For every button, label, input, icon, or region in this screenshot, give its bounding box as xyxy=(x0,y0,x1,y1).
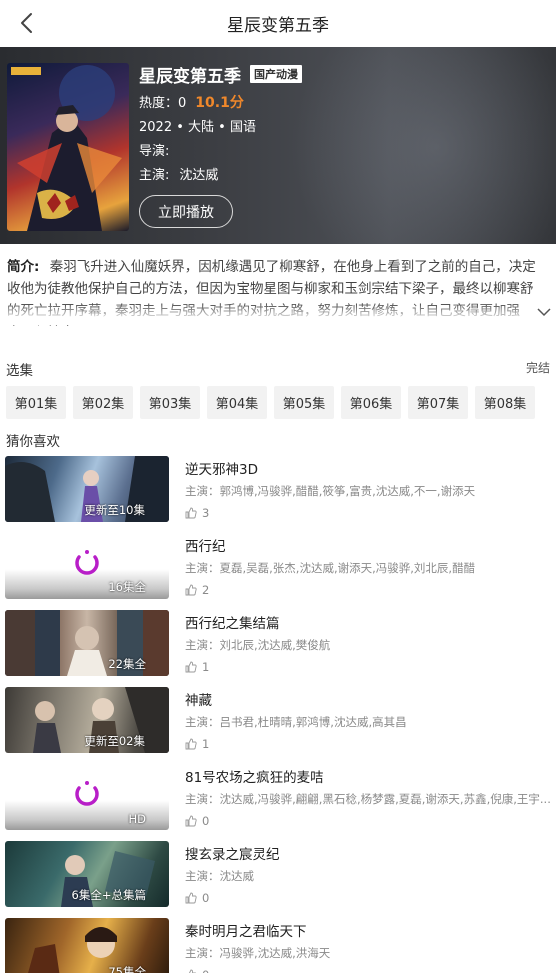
loading-spinner-icon xyxy=(75,781,99,806)
likes-count: 0 xyxy=(202,968,209,973)
recommend-cast: 主演：郭鸿博,冯骏骅,醋醋,筱筝,富贵,沈达威,不一,谢添天 xyxy=(185,484,476,498)
episode-badge: 75集全 xyxy=(108,965,146,973)
likes-count: 1 xyxy=(202,737,210,751)
recommend-item[interactable]: 6集全+总集篇 搜玄录之宸灵纪 主演：沈达威 0 xyxy=(5,841,551,911)
episode-badge: 更新至02集 xyxy=(84,734,145,748)
recommend-item[interactable]: HD 81号农场之疯狂的麦咭 主演：沈达威,冯骏骅,翩翩,黑石稔,杨梦露,夏磊,… xyxy=(5,764,551,834)
top-bar: 星辰变第五季 xyxy=(0,0,556,46)
thumbnail: 更新至10集 xyxy=(5,456,169,522)
play-button[interactable]: 立即播放 xyxy=(139,195,233,228)
score: 10.1分 xyxy=(195,94,244,111)
synopsis-fade xyxy=(0,303,556,323)
hero-info: 星辰变第五季 国产动漫 热度：0 10.1分 2022 • 大陆 • 国语 导演… xyxy=(139,61,539,183)
thumbnail-loading: 16集全 xyxy=(5,533,169,599)
hero-banner: 星辰变第五季 国产动漫 热度：0 10.1分 2022 • 大陆 • 国语 导演… xyxy=(0,47,556,244)
episode-button[interactable]: 第05集 xyxy=(274,386,334,419)
episode-button[interactable]: 第02集 xyxy=(73,386,133,419)
recommend-title: 逆天邪神3D xyxy=(185,462,258,478)
likes: 0 xyxy=(185,814,209,828)
episode-badge: 6集全+总集篇 xyxy=(71,888,146,902)
thumb-up-icon xyxy=(188,969,197,973)
thumb-up-icon xyxy=(185,584,197,596)
recommend-title: 秦时明月之君临天下 xyxy=(185,924,307,940)
recommend-item[interactable]: 更新至02集 神藏 主演：吕书君,杜晴晴,郭鸿博,沈达威,高其昌 1 xyxy=(5,687,551,757)
episode-badge: 更新至10集 xyxy=(84,503,145,517)
recommend-item[interactable]: 22集全 西行纪之集结篇 主演：刘北辰,沈达威,樊俊航 1 xyxy=(5,610,551,680)
likes-count: 0 xyxy=(202,891,210,905)
cast-row: 主演: 沈达威 xyxy=(139,164,539,183)
heat-label: 热度：0 xyxy=(139,96,187,111)
show-title: 星辰变第五季 xyxy=(139,66,241,87)
episodes-status[interactable]: 完结 xyxy=(526,359,550,376)
likes: 1 xyxy=(185,660,209,674)
likes: 0 xyxy=(185,968,209,973)
likes-count: 2 xyxy=(202,583,210,597)
episode-badge: HD xyxy=(128,812,146,826)
recommend-section-label: 猜你喜欢 xyxy=(6,434,60,450)
chevron-down-icon[interactable] xyxy=(536,304,552,320)
recommend-title: 81号农场之疯狂的麦咭 xyxy=(185,770,324,786)
recommend-cast: 主演：沈达威,冯骏骅,翩翩,黑石稔,杨梦露,夏磊,谢添天,苏鑫,倪康,王宇... xyxy=(185,792,551,806)
director-row: 导演: xyxy=(139,144,170,159)
recommend-cast: 主演：冯骏骅,沈达威,洪海天 xyxy=(185,946,331,960)
likes-count: 3 xyxy=(202,506,210,520)
recommend-title: 搜玄录之宸灵纪 xyxy=(185,847,280,863)
episodes-section-label: 选集 xyxy=(6,363,33,379)
episode-button[interactable]: 第01集 xyxy=(6,386,66,419)
likes: 0 xyxy=(185,891,209,905)
likes: 3 xyxy=(185,506,209,520)
thumb-up-icon xyxy=(185,738,197,750)
loading-spinner-icon xyxy=(75,550,99,575)
recommend-item[interactable]: 75集全 秦时明月之君临天下 主演：冯骏骅,沈达威,洪海天 0 xyxy=(5,918,551,973)
episode-button[interactable]: 第06集 xyxy=(341,386,401,419)
episode-badge: 22集全 xyxy=(108,657,146,671)
thumb-up-icon xyxy=(185,661,197,673)
thumb-up-icon xyxy=(185,507,197,519)
thumbnail: 更新至02集 xyxy=(5,687,169,753)
recommend-cast: 主演：沈达威 xyxy=(185,869,254,883)
synopsis-label: 简介: xyxy=(7,259,40,275)
episode-button[interactable]: 第04集 xyxy=(207,386,267,419)
cast-label: 主演: xyxy=(139,168,170,183)
likes: 1 xyxy=(185,737,209,751)
recommend-title: 西行纪 xyxy=(185,539,226,555)
thumb-up-icon xyxy=(185,892,197,904)
recommend-cast: 主演：吕书君,杜晴晴,郭鸿博,沈达威,高其昌 xyxy=(185,715,407,729)
recommend-item[interactable]: 16集全 西行纪 主演：夏磊,吴磊,张杰,沈达威,谢添天,冯骏骅,刘北辰,醋醋 … xyxy=(5,533,551,603)
likes-count: 0 xyxy=(202,814,210,828)
thumbnail: 22集全 xyxy=(5,610,169,676)
recommend-cast: 主演：夏磊,吴磊,张杰,沈达威,谢添天,冯骏骅,刘北辰,醋醋 xyxy=(185,561,476,575)
page-title: 星辰变第五季 xyxy=(227,16,329,36)
recommend-title: 西行纪之集结篇 xyxy=(185,616,280,632)
episode-button[interactable]: 第07集 xyxy=(408,386,468,419)
meta-row: 2022 • 大陆 • 国语 xyxy=(139,120,256,135)
heat-row: 热度：0 10.1分 xyxy=(139,92,539,112)
episode-badge: 16集全 xyxy=(108,580,146,594)
likes-count: 1 xyxy=(202,660,210,674)
episode-button[interactable]: 第03集 xyxy=(140,386,200,419)
likes: 2 xyxy=(185,583,209,597)
thumbnail: 75集全 xyxy=(5,918,169,973)
thumb-up-icon xyxy=(185,815,197,827)
recommend-cast: 主演：刘北辰,沈达威,樊俊航 xyxy=(185,638,331,652)
recommend-item[interactable]: 更新至10集 逆天邪神3D 主演：郭鸿博,冯骏骅,醋醋,筱筝,富贵,沈达威,不一… xyxy=(5,456,551,526)
thumbnail-loading: HD xyxy=(5,764,169,830)
recommend-title: 神藏 xyxy=(185,693,212,709)
episode-button[interactable]: 第08集 xyxy=(475,386,535,419)
poster-image[interactable] xyxy=(7,63,129,231)
genre-tag: 国产动漫 xyxy=(250,65,302,83)
cast-value: 沈达威 xyxy=(179,168,219,183)
thumbnail: 6集全+总集篇 xyxy=(5,841,169,907)
episode-list: 第01集 第02集 第03集 第04集 第05集 第06集 第07集 第08集 xyxy=(6,386,556,419)
